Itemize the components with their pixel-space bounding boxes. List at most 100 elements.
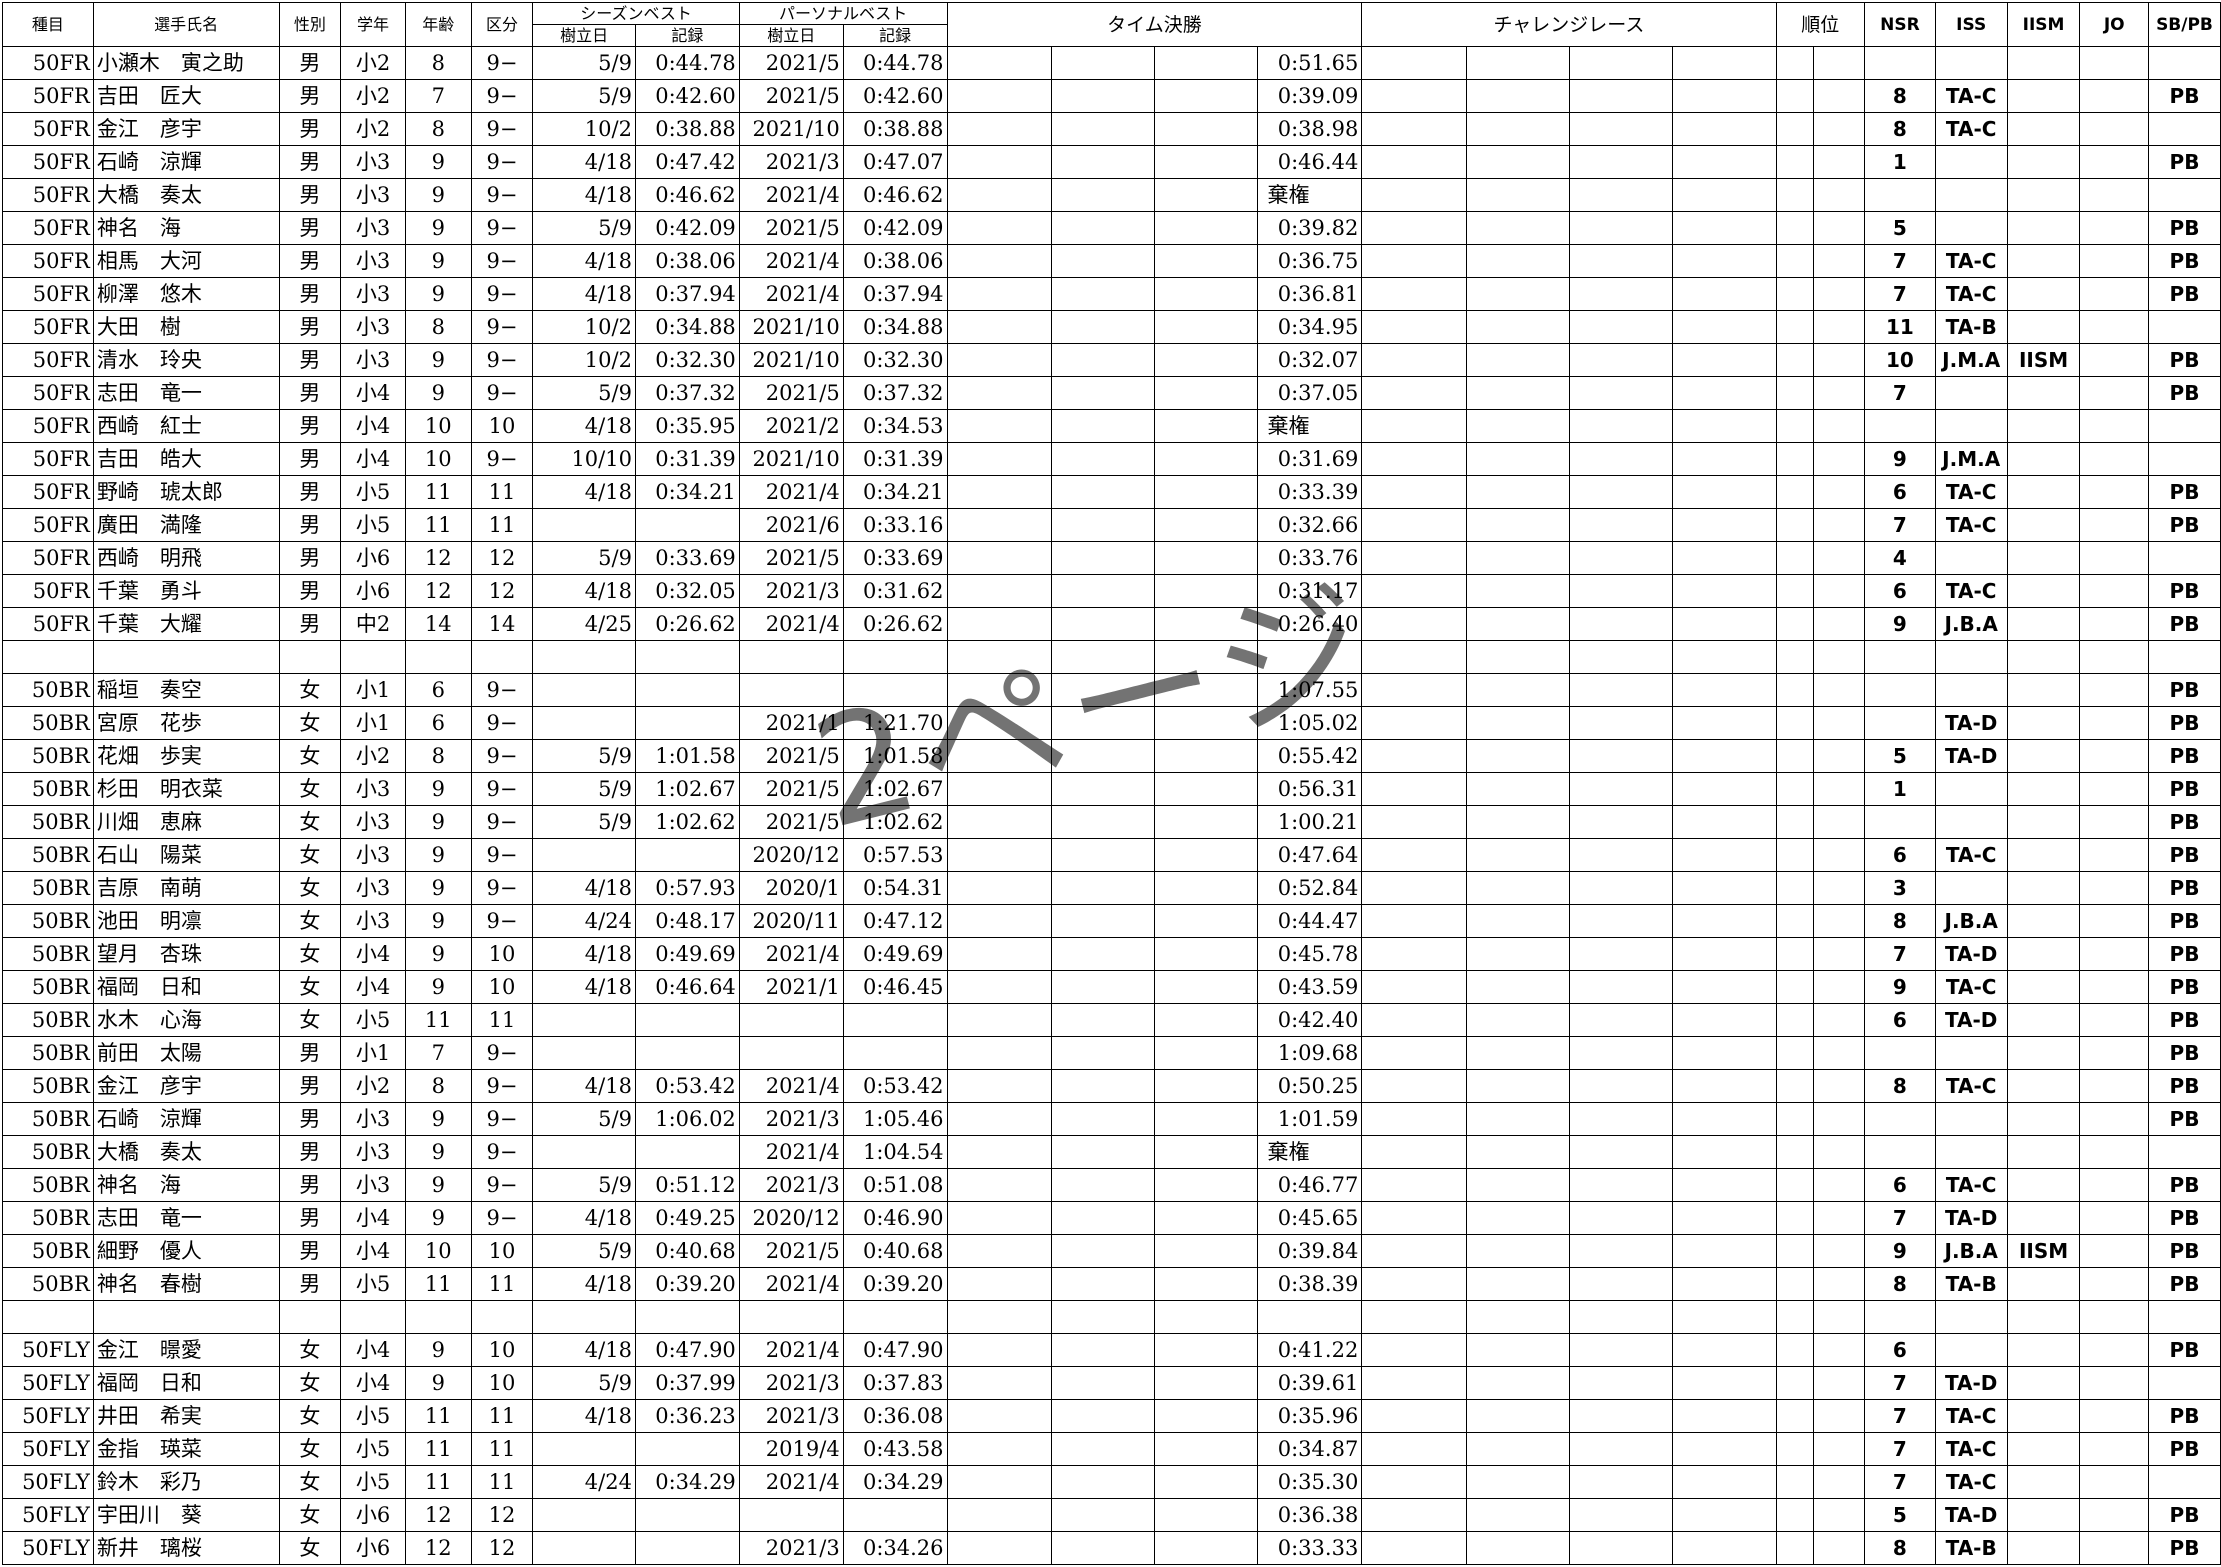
challenge-cell (1672, 673, 1777, 707)
final-time-cell (1256, 640, 1363, 674)
age-cell: 11 (404, 1465, 472, 1499)
name-cell: 金江 彦宇 (92, 112, 280, 146)
jo-cell (2079, 178, 2149, 212)
sbpb-cell: PB (2147, 805, 2221, 839)
final-time-cell: 0:47.64 (1256, 838, 1363, 872)
final-split-cell (946, 805, 1052, 839)
rank-cell (1775, 1498, 1815, 1532)
final-split-cell (1050, 904, 1155, 938)
event-cell: 50BR (2, 937, 94, 971)
challenge-cell (1465, 1333, 1570, 1367)
sb-date-cell: 10/2 (532, 112, 636, 146)
table-row: 50BR 池田 明凛女小3 9 9− 4/24 0:48.17 2020/11 0:47.12… (2, 904, 2221, 938)
rank-cell (1813, 1234, 1866, 1268)
challenge-cell (1672, 1300, 1777, 1334)
challenge-cell (1465, 1531, 1570, 1565)
rank-cell (1813, 1333, 1866, 1367)
iism-cell (2006, 1069, 2081, 1103)
jo-cell (2079, 1498, 2149, 1532)
pb-date-cell: 2020/12 (738, 838, 844, 872)
gender-cell: 男 (278, 442, 342, 476)
sbpb-cell: PB (2147, 211, 2221, 245)
challenge-cell (1465, 1234, 1570, 1268)
age-cell (404, 1300, 472, 1334)
name-cell (92, 640, 280, 674)
name-cell: 石山 陽菜 (92, 838, 280, 872)
event-cell: 50BR (2, 1102, 94, 1136)
rank-cell (1813, 1432, 1866, 1466)
gender-cell: 男 (278, 607, 342, 641)
header-iism: IISM (2006, 2, 2081, 47)
final-split-cell (1153, 310, 1258, 344)
sb-date-cell: 4/18 (532, 244, 636, 278)
final-split-cell (1153, 46, 1258, 80)
header-time-final: タイム決勝 (946, 2, 1363, 47)
pb-record-cell: 1:01.58 (842, 739, 948, 773)
rank-cell (1813, 1399, 1866, 1433)
sbpb-cell: PB (2147, 706, 2221, 740)
division-cell: 9− (470, 1102, 534, 1136)
iss-cell: TA-D (1934, 937, 2008, 971)
iss-cell (1934, 1333, 2008, 1367)
name-cell: 野崎 琥太郎 (92, 475, 280, 509)
sbpb-cell: PB (2147, 145, 2221, 179)
event-cell: 50BR (2, 1135, 94, 1169)
challenge-cell (1568, 673, 1674, 707)
challenge-cell (1568, 508, 1674, 542)
challenge-cell (1568, 805, 1674, 839)
final-time-cell: 1:09.68 (1256, 1036, 1363, 1070)
pb-date-cell: 2021/10 (738, 343, 844, 377)
pb-record-cell: 0:42.60 (842, 79, 948, 113)
gender-cell: 男 (278, 409, 342, 443)
table-row: 50BR 志田 竜一男小4 9 9− 4/18 0:49.25 2020/12 0:46.90… (2, 1201, 2221, 1235)
sb-date-cell: 4/18 (532, 475, 636, 509)
age-cell: 9 (404, 178, 472, 212)
challenge-cell (1465, 805, 1570, 839)
final-time-cell: 0:38.39 (1256, 1267, 1363, 1301)
division-cell: 9− (470, 673, 534, 707)
nsr-cell: 5 (1864, 211, 1936, 245)
sb-record-cell: 0:34.21 (634, 475, 740, 509)
age-cell: 9 (404, 1366, 472, 1400)
grade-cell: 小3 (340, 805, 406, 839)
iism-cell (2006, 1267, 2081, 1301)
rank-cell (1775, 1234, 1815, 1268)
challenge-cell (1672, 1465, 1777, 1499)
final-time-cell (1256, 1300, 1363, 1334)
sb-record-cell: 0:42.09 (634, 211, 740, 245)
sb-record-cell: 0:44.78 (634, 46, 740, 80)
final-split-cell (946, 1399, 1052, 1433)
pb-record-cell (842, 640, 948, 674)
challenge-cell (1672, 1531, 1777, 1565)
rank-cell (1813, 970, 1866, 1004)
gender-cell: 男 (278, 475, 342, 509)
sb-record-cell: 0:40.68 (634, 1234, 740, 1268)
iss-cell: TA-C (1934, 79, 2008, 113)
final-split-cell (946, 1366, 1052, 1400)
challenge-cell (1672, 805, 1777, 839)
jo-cell (2079, 772, 2149, 806)
division-cell: 11 (470, 1432, 534, 1466)
challenge-cell (1465, 1498, 1570, 1532)
sb-date-cell (532, 1036, 636, 1070)
final-time-cell: 1:00.21 (1256, 805, 1363, 839)
iss-cell: TA-C (1934, 508, 2008, 542)
iss-cell: TA-C (1934, 475, 2008, 509)
final-split-cell (1153, 1465, 1258, 1499)
challenge-cell (1465, 937, 1570, 971)
event-cell: 50BR (2, 739, 94, 773)
grade-cell: 小4 (340, 970, 406, 1004)
division-cell: 10 (470, 970, 534, 1004)
rank-cell (1813, 1498, 1866, 1532)
iism-cell (2006, 409, 2081, 443)
gender-cell: 男 (278, 541, 342, 575)
iism-cell (2006, 706, 2081, 740)
nsr-cell (1864, 805, 1936, 839)
challenge-cell (1568, 376, 1674, 410)
grade-cell: 小4 (340, 409, 406, 443)
event-cell: 50FR (2, 244, 94, 278)
sbpb-cell: PB (2147, 1036, 2221, 1070)
table-row: 50FR 金江 彦宇男小2 8 9− 10/2 0:38.88 2021/10 0:38.88… (2, 112, 2221, 146)
header-pb-date: 樹立日 (738, 24, 844, 47)
jo-cell (2079, 1267, 2149, 1301)
